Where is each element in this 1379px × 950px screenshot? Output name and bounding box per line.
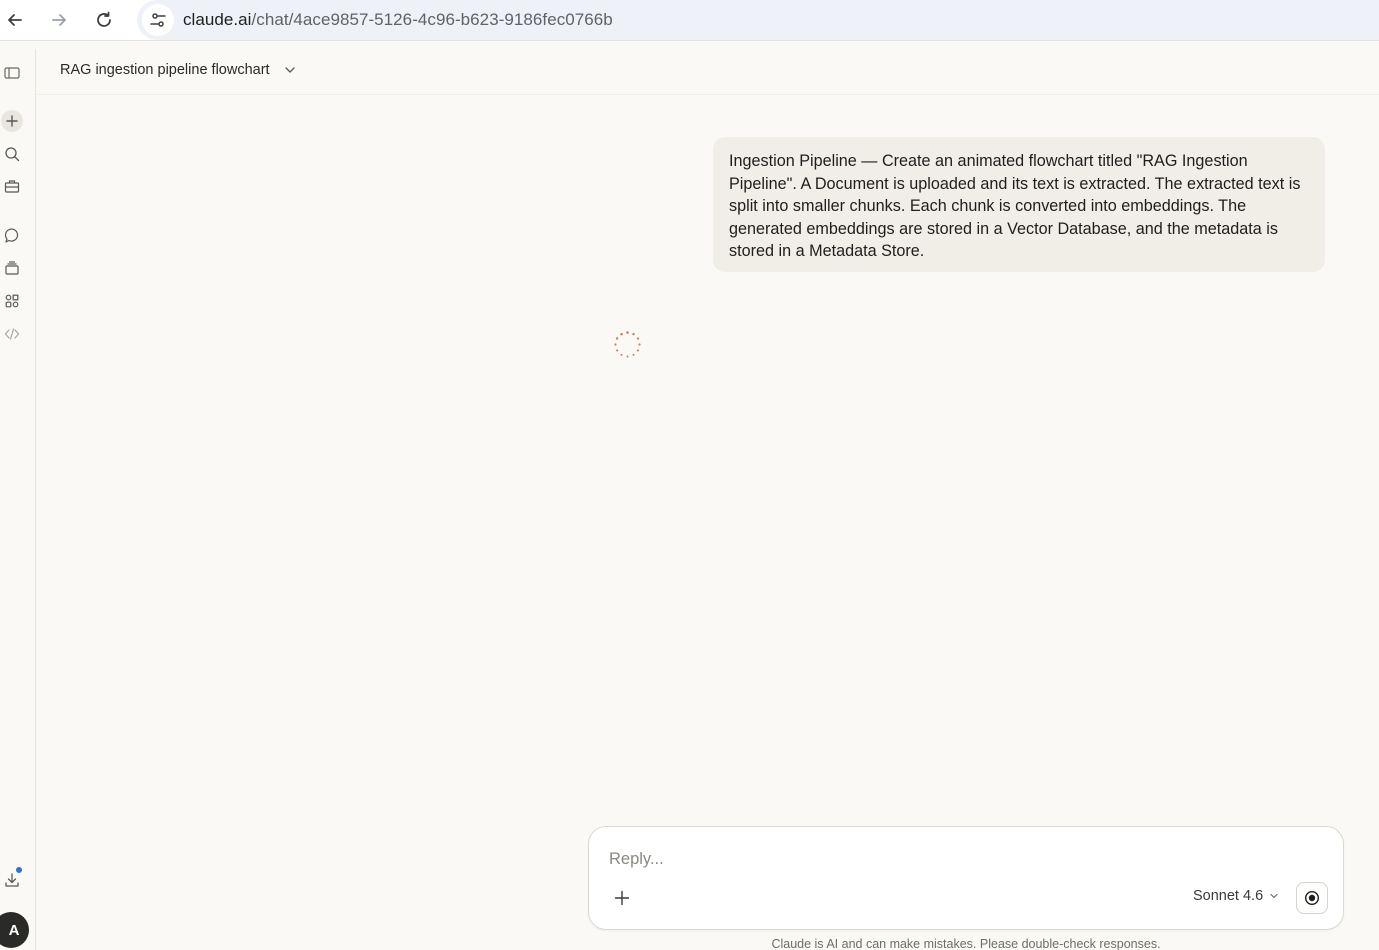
projects-button[interactable] <box>2 258 22 278</box>
forward-arrow-icon <box>52 14 66 26</box>
code-button[interactable] <box>2 324 22 344</box>
new-chat-icon <box>6 115 18 127</box>
reply-input[interactable] <box>609 847 1309 871</box>
projects-icon <box>5 261 19 275</box>
avatar[interactable]: A <box>0 912 29 948</box>
toolbox-icon <box>4 180 20 193</box>
record-icon <box>1304 890 1320 906</box>
chevron-down-icon <box>1270 893 1278 899</box>
disclaimer-text: Claude is AI and can make mistakes. Plea… <box>771 937 1161 950</box>
voice-mode-button[interactable] <box>1296 882 1328 914</box>
chat-header: RAG ingestion pipeline flowchart <box>37 49 1379 95</box>
chats-button[interactable] <box>2 225 22 245</box>
search-button[interactable] <box>2 144 22 164</box>
forward-button[interactable] <box>45 6 73 34</box>
chevron-down-icon <box>284 67 295 73</box>
model-label: Sonnet 4.6 <box>1193 888 1264 904</box>
reply-composer: Sonnet 4.6 <box>588 826 1344 930</box>
back-button[interactable] <box>1 6 29 34</box>
artifacts-icon <box>5 294 19 308</box>
loading-spinner-icon <box>614 331 641 358</box>
code-icon <box>4 328 20 340</box>
chats-icon <box>4 228 19 243</box>
sidebar-toggle-button[interactable] <box>2 63 22 83</box>
notification-dot <box>14 865 24 875</box>
site-settings-icon <box>150 13 166 27</box>
sidebar-toggle-icon <box>4 67 20 79</box>
address-bar[interactable]: claude.ai/chat/4ace9857-5126-4c96-b623-9… <box>137 0 1379 40</box>
url-path: /chat/4ace9857-5126-4c96-b623-9186fec076… <box>251 10 613 29</box>
chat-title-menu[interactable]: RAG ingestion pipeline flowchart <box>60 62 296 78</box>
search-icon <box>5 147 20 162</box>
page-title: RAG ingestion pipeline flowchart <box>60 62 270 78</box>
sidebar: A <box>0 49 36 950</box>
user-message: Ingestion Pipeline — Create an animated … <box>713 137 1325 272</box>
reload-button[interactable] <box>90 6 118 34</box>
add-attachment-button[interactable] <box>611 887 633 909</box>
url-domain: claude.ai <box>183 10 252 29</box>
back-arrow-icon <box>8 14 22 26</box>
plus-icon <box>614 890 630 906</box>
artifacts-button[interactable] <box>2 291 22 311</box>
new-chat-button[interactable] <box>1 110 23 132</box>
reload-icon <box>97 11 111 27</box>
model-selector[interactable]: Sonnet 4.6 <box>1193 888 1279 904</box>
tools-button[interactable] <box>2 176 22 196</box>
url-text[interactable]: claude.ai/chat/4ace9857-5126-4c96-b623-9… <box>183 10 613 30</box>
site-info-button[interactable] <box>142 4 174 36</box>
browser-toolbar: claude.ai/chat/4ace9857-5126-4c96-b623-9… <box>0 0 1379 41</box>
